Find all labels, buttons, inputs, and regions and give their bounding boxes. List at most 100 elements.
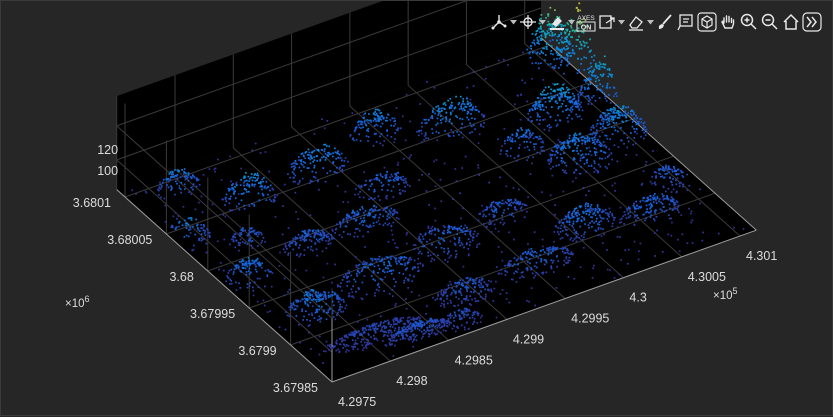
point [393, 212, 396, 215]
point [596, 122, 599, 125]
export-button[interactable] [597, 11, 617, 33]
point [443, 226, 446, 228]
point [218, 268, 220, 271]
point [340, 157, 342, 159]
point [592, 208, 594, 210]
point [380, 278, 382, 280]
point [426, 240, 428, 243]
point [386, 334, 389, 337]
point [576, 147, 578, 150]
point [341, 170, 344, 173]
expand-button[interactable] [802, 11, 822, 33]
point [513, 201, 516, 203]
point-cloud-plot[interactable]: 4.29754.2984.29854.2994.29954.34.30054.3… [1, 1, 833, 417]
point [562, 142, 564, 144]
point [350, 274, 353, 277]
rotate-center-button[interactable] [518, 11, 538, 33]
point [611, 222, 614, 225]
point [309, 158, 312, 161]
data-tips-button[interactable] [489, 11, 509, 33]
point [348, 272, 351, 274]
point [559, 119, 562, 122]
caret-down-icon[interactable] [539, 11, 546, 33]
point [636, 117, 639, 119]
point [314, 176, 317, 179]
point [523, 204, 526, 206]
paintbrush-button[interactable] [655, 11, 675, 33]
point [605, 118, 608, 121]
caret-down-icon[interactable] [618, 11, 625, 33]
point [589, 98, 592, 101]
caret-down-icon[interactable] [647, 11, 654, 33]
point [379, 135, 381, 138]
point [540, 51, 543, 53]
point [321, 229, 324, 232]
zoom-in-button[interactable] [739, 11, 759, 33]
point [323, 127, 326, 130]
point [534, 304, 536, 307]
point [438, 324, 440, 327]
point [401, 329, 404, 332]
point [598, 61, 601, 64]
point [419, 317, 421, 319]
point [315, 229, 317, 232]
point [504, 274, 507, 276]
point [581, 85, 583, 88]
home-button[interactable] [781, 11, 801, 33]
point [174, 211, 177, 214]
point [444, 130, 446, 132]
point [364, 263, 366, 265]
point [540, 249, 542, 252]
point [561, 157, 563, 160]
point [299, 253, 302, 256]
point [235, 205, 238, 208]
point [472, 291, 475, 294]
point [187, 235, 190, 238]
point [477, 233, 479, 235]
eraser-button[interactable] [626, 11, 646, 33]
point [426, 81, 428, 83]
point [390, 211, 392, 214]
point [521, 258, 524, 261]
point [587, 153, 590, 156]
point [355, 139, 358, 141]
datatip-button[interactable] [676, 11, 696, 33]
point [233, 233, 236, 236]
point [454, 244, 457, 246]
point [421, 245, 424, 248]
point [363, 275, 366, 277]
zoom-out-button[interactable] [760, 11, 780, 33]
point [394, 344, 396, 347]
point [516, 263, 519, 266]
axes-toolbar: AXES ON [489, 11, 822, 33]
point [691, 242, 694, 244]
point [565, 164, 568, 167]
point [686, 189, 689, 191]
axes-on-button[interactable]: AXES ON [576, 11, 596, 33]
point [529, 251, 532, 254]
point [672, 178, 674, 180]
point [539, 93, 542, 95]
point [234, 197, 237, 200]
point [599, 127, 602, 129]
point [417, 248, 420, 250]
brush-button[interactable] [547, 11, 567, 33]
point [587, 224, 590, 226]
point [272, 188, 275, 191]
point [654, 183, 657, 186]
point [492, 300, 495, 302]
point [525, 204, 528, 207]
point [232, 236, 234, 239]
point [566, 117, 569, 119]
point [403, 322, 406, 325]
caret-down-icon[interactable] [568, 11, 575, 33]
caret-down-icon[interactable] [510, 11, 517, 33]
rotate-3d-button[interactable] [697, 11, 717, 33]
point [549, 34, 551, 37]
pan-button[interactable] [718, 11, 738, 33]
point [592, 95, 595, 97]
point [450, 283, 452, 286]
point [606, 268, 609, 271]
point [351, 112, 354, 114]
point [475, 277, 478, 280]
